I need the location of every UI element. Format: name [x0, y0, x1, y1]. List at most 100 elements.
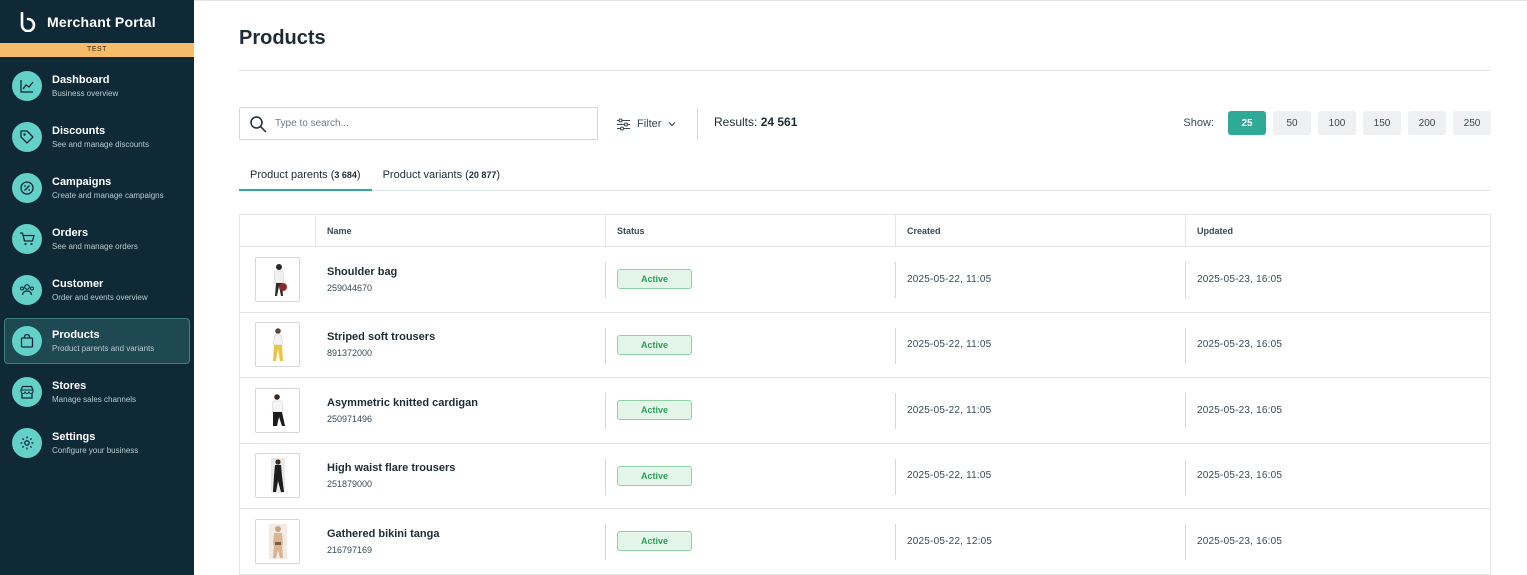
sidebar-item-subtitle: See and manage orders	[52, 241, 138, 251]
column-header-name[interactable]: Name	[316, 215, 606, 246]
sidebar-item-label: Settings	[52, 430, 96, 443]
product-name: High waist flare trousers	[327, 462, 456, 475]
main-content: Products Filter Results: 24 561 Show: 25…	[194, 0, 1527, 575]
title-divider	[239, 70, 1491, 71]
column-header-created[interactable]: Created	[896, 215, 1186, 246]
sidebar-item-label: Stores	[52, 379, 87, 392]
shopping-bag-icon	[12, 326, 42, 356]
page-size-button-100[interactable]: 100	[1318, 111, 1356, 135]
status-badge: Active	[617, 465, 692, 486]
show-label: Show:	[1183, 117, 1214, 129]
status-badge: Active	[617, 269, 692, 290]
page-size-selector: Show: 25 50 100 150 200 250	[1183, 111, 1491, 135]
product-id: 216797169	[327, 544, 373, 555]
sidebar-item-subtitle: Create and manage campaigns	[52, 190, 164, 200]
brand-logo-icon	[20, 11, 36, 32]
status-badge: Active	[617, 400, 692, 421]
product-id: 259044670	[327, 282, 373, 293]
updated-date: 2025-05-23, 16:05	[1197, 535, 1283, 547]
sidebar-item-campaigns[interactable]: Campaigns Create and manage campaigns	[4, 165, 190, 211]
created-date: 2025-05-22, 11:05	[907, 339, 992, 351]
table-header: Name Status Created Updated	[240, 215, 1490, 247]
brand[interactable]: Merchant Portal	[0, 0, 194, 43]
toolbar-divider	[697, 107, 698, 140]
sidebar: Merchant Portal TEST Dashboard Business …	[0, 0, 194, 575]
tag-icon	[12, 122, 42, 152]
sidebar-item-settings[interactable]: Settings Configure your business	[4, 420, 190, 466]
table-row[interactable]: High waist flare trousers 251879000 Acti…	[240, 444, 1490, 509]
table-row[interactable]: Shoulder bag 259044670 Active 2025-05-22…	[240, 247, 1490, 313]
product-tabs: Product parents (3 684) Product variants…	[239, 159, 1491, 191]
product-name: Gathered bikini tanga	[327, 527, 440, 540]
created-date: 2025-05-22, 11:05	[907, 404, 992, 416]
status-badge: Active	[617, 531, 692, 552]
tab-label: Product parents	[250, 169, 328, 181]
sidebar-item-subtitle: Configure your business	[52, 445, 139, 455]
tab-label: Product variants	[382, 169, 463, 181]
page-size-button-200[interactable]: 200	[1408, 111, 1446, 135]
tab-product-parents[interactable]: Product parents (3 684)	[239, 159, 372, 191]
product-name: Shoulder bag	[327, 265, 398, 278]
created-date: 2025-05-22, 12:05	[907, 535, 993, 547]
created-date: 2025-05-22, 11:05	[907, 273, 992, 285]
sidebar-item-label: Campaigns	[52, 175, 112, 188]
products-table: Name Status Created Updated Shoulder bag…	[239, 214, 1491, 575]
environment-banner: TEST	[0, 43, 194, 57]
page-size-button-25[interactable]: 25	[1228, 111, 1266, 135]
table-row[interactable]: Gathered bikini tanga 216797169 Active 2…	[240, 509, 1490, 575]
sidebar-item-dashboard[interactable]: Dashboard Business overview	[4, 63, 190, 109]
search-icon	[250, 115, 267, 132]
sidebar-item-subtitle: Business overview	[52, 88, 119, 98]
product-name: Asymmetric knitted cardigan	[327, 396, 478, 409]
page-size-button-50[interactable]: 50	[1273, 111, 1311, 135]
page-title: Products	[239, 27, 326, 49]
product-id: 250971496	[327, 413, 373, 424]
updated-date: 2025-05-23, 16:05	[1197, 470, 1283, 482]
product-thumbnail	[255, 387, 300, 433]
product-name: Striped soft trousers	[327, 331, 436, 344]
sidebar-item-label: Customer	[52, 277, 104, 290]
sidebar-item-subtitle: Product parents and variants	[52, 343, 155, 353]
table-row[interactable]: Striped soft trousers 891372000 Active 2…	[240, 313, 1490, 378]
page-size-button-250[interactable]: 250	[1453, 111, 1491, 135]
table-row[interactable]: Asymmetric knitted cardigan 250971496 Ac…	[240, 378, 1490, 444]
sidebar-item-label: Discounts	[52, 124, 106, 137]
results-count: 24 561	[760, 115, 798, 129]
product-thumbnail	[255, 518, 300, 564]
product-thumbnail	[255, 256, 300, 302]
sidebar-nav: Dashboard Business overview Discounts Se…	[0, 57, 194, 466]
column-header-status[interactable]: Status	[606, 215, 896, 246]
chart-line-icon	[12, 71, 42, 101]
results-label: Results:	[714, 115, 758, 129]
sidebar-item-products[interactable]: Products Product parents and variants	[4, 318, 190, 364]
filter-label: Filter	[637, 118, 662, 130]
cart-icon	[12, 224, 42, 254]
page-size-button-150[interactable]: 150	[1363, 111, 1401, 135]
search-input[interactable]	[275, 118, 575, 129]
filter-button[interactable]: Filter	[616, 113, 677, 135]
column-header-updated[interactable]: Updated	[1186, 215, 1490, 246]
percent-badge-icon	[12, 173, 42, 203]
sidebar-item-stores[interactable]: Stores Manage sales channels	[4, 369, 190, 415]
chevron-down-icon	[669, 122, 676, 127]
tab-count: 3 684	[334, 170, 357, 180]
tab-product-variants[interactable]: Product variants (20 877)	[372, 159, 511, 191]
sidebar-item-label: Products	[52, 328, 100, 341]
users-icon	[12, 275, 42, 305]
updated-date: 2025-05-23, 16:05	[1197, 404, 1283, 416]
gear-icon	[12, 428, 42, 458]
sliders-icon	[617, 117, 630, 131]
product-thumbnail	[255, 453, 300, 499]
sidebar-item-subtitle: Manage sales channels	[52, 394, 137, 404]
column-header-image	[240, 215, 316, 246]
search-box[interactable]	[239, 107, 598, 140]
sidebar-item-discounts[interactable]: Discounts See and manage discounts	[4, 114, 190, 160]
sidebar-item-customer[interactable]: Customer Order and events overview	[4, 267, 190, 313]
product-id: 251879000	[327, 479, 373, 490]
sidebar-item-orders[interactable]: Orders See and manage orders	[4, 216, 190, 262]
product-thumbnail	[255, 322, 300, 368]
sidebar-item-subtitle: See and manage discounts	[52, 139, 149, 149]
sidebar-item-subtitle: Order and events overview	[52, 292, 148, 302]
sidebar-item-label: Dashboard	[52, 73, 110, 86]
created-date: 2025-05-22, 11:05	[907, 470, 992, 482]
